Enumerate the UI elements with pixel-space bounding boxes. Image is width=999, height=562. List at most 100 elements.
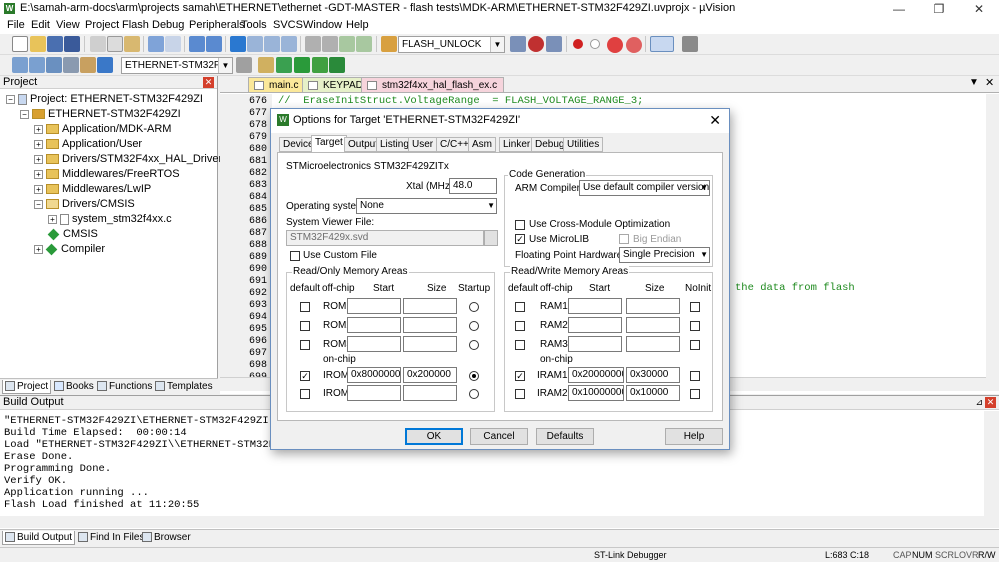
tree-item-component[interactable]: + Compiler	[34, 242, 105, 257]
ram2-size-input[interactable]	[626, 317, 680, 333]
ram3-size-input[interactable]	[626, 336, 680, 352]
chevron-down-icon[interactable]: ▼	[218, 58, 232, 73]
browse-svd-button[interactable]	[484, 230, 498, 246]
iram1-noinit-checkbox[interactable]	[690, 371, 700, 381]
rom2-default-checkbox[interactable]	[300, 321, 310, 331]
ram3-default-checkbox[interactable]	[515, 340, 525, 350]
close-window-button[interactable]: ✕	[959, 0, 999, 18]
expand-icon[interactable]: +	[34, 139, 43, 149]
tab-find-in-files[interactable]: Find In Files	[76, 531, 146, 545]
rom1-start-input[interactable]	[347, 298, 401, 314]
rebuild-icon[interactable]	[46, 57, 62, 73]
uncomment-icon[interactable]	[356, 36, 372, 52]
disable-breakpoint-icon[interactable]	[590, 39, 600, 49]
big-endian-checkbox[interactable]	[619, 234, 629, 244]
menu-project[interactable]: Project	[85, 19, 119, 31]
ram2-start-input[interactable]	[568, 317, 622, 333]
ram1-default-checkbox[interactable]	[515, 302, 525, 312]
rom3-default-checkbox[interactable]	[300, 340, 310, 350]
comment-icon[interactable]	[339, 36, 355, 52]
iram2-default-checkbox[interactable]	[515, 389, 525, 399]
download-icon[interactable]	[97, 57, 113, 73]
expand-icon[interactable]: +	[34, 154, 43, 164]
tree-item-target[interactable]: − ETHERNET-STM32F429ZI	[20, 107, 181, 122]
new-file-icon[interactable]	[12, 36, 28, 52]
configure-icon[interactable]	[682, 36, 698, 52]
rom1-default-checkbox[interactable]	[300, 302, 310, 312]
collapse-icon[interactable]: −	[6, 94, 15, 104]
tree-item-group[interactable]: + Application/User	[34, 137, 142, 152]
iram2-noinit-checkbox[interactable]	[690, 389, 700, 399]
debug-session-icon[interactable]	[528, 36, 544, 52]
menu-peripherals[interactable]: Peripherals	[189, 19, 245, 31]
tab-asm[interactable]: Asm	[468, 137, 496, 152]
fp-hardware-select[interactable]: Single Precision ▼	[619, 247, 710, 263]
redo-icon[interactable]	[165, 36, 181, 52]
horizontal-scrollbar[interactable]	[0, 516, 999, 528]
cancel-button[interactable]: Cancel	[470, 428, 528, 445]
breakpoint-icon[interactable]	[573, 39, 583, 49]
ram3-start-input[interactable]	[568, 336, 622, 352]
rom1-size-input[interactable]	[403, 298, 457, 314]
tab-main-c[interactable]: main.c	[248, 77, 306, 92]
stop-build-icon[interactable]	[80, 57, 96, 73]
expand-icon[interactable]: +	[34, 169, 43, 179]
close-icon[interactable]: ✕	[985, 397, 996, 408]
collapse-icon[interactable]: −	[34, 199, 43, 209]
pin-icon[interactable]: ⊿	[975, 396, 983, 409]
navigate-back-icon[interactable]	[189, 36, 205, 52]
tab-list-icon[interactable]: ▼	[969, 77, 979, 88]
tree-item-project[interactable]: − Project: ETHERNET-STM32F429ZI	[6, 92, 203, 107]
tab-target[interactable]: Target	[311, 135, 347, 153]
ram3-noinit-checkbox[interactable]	[690, 340, 700, 350]
menu-window[interactable]: Window	[303, 19, 342, 31]
tab-linker[interactable]: Linker	[499, 137, 535, 152]
close-icon[interactable]: ✕	[203, 77, 214, 88]
irom2-start-input[interactable]	[347, 385, 401, 401]
minimize-button[interactable]: —	[879, 0, 919, 18]
menu-debug[interactable]: Debug	[152, 19, 184, 31]
svd-file-input[interactable]: STM32F429x.svd	[286, 230, 484, 246]
indent-icon[interactable]	[305, 36, 321, 52]
find-icon[interactable]	[546, 36, 562, 52]
paste-icon[interactable]	[124, 36, 140, 52]
find-in-files-icon[interactable]	[381, 36, 397, 52]
compiler-select[interactable]: Use default compiler version ▼	[579, 180, 710, 196]
save-all-icon[interactable]	[64, 36, 80, 52]
run-time-environment-icon[interactable]	[329, 57, 345, 73]
defaults-button[interactable]: Defaults	[536, 428, 594, 445]
cross-module-checkbox[interactable]	[515, 220, 525, 230]
os-select[interactable]: None ▼	[356, 198, 497, 214]
batch-build-icon[interactable]	[63, 57, 79, 73]
ram2-noinit-checkbox[interactable]	[690, 321, 700, 331]
code-line[interactable]: // EraseInitStruct.VoltageRange = FLASH_…	[278, 95, 643, 107]
iram2-start-input[interactable]: 0x10000000	[568, 385, 624, 401]
tree-item-group[interactable]: + Middlewares/FreeRTOS	[34, 167, 180, 182]
menu-help[interactable]: Help	[346, 19, 369, 31]
rom3-size-input[interactable]	[403, 336, 457, 352]
vertical-scrollbar[interactable]	[984, 411, 999, 516]
save-icon[interactable]	[47, 36, 63, 52]
close-icon[interactable]: ✕	[985, 76, 994, 89]
rom2-size-input[interactable]	[403, 317, 457, 333]
irom1-size-input[interactable]: 0x200000	[403, 367, 457, 383]
iram1-default-checkbox[interactable]: ✓	[515, 371, 525, 381]
vertical-scrollbar[interactable]	[986, 94, 999, 391]
xtal-input[interactable]: 48.0	[449, 178, 497, 194]
pack-installer-icon[interactable]	[276, 57, 292, 73]
help-button[interactable]: Help	[665, 428, 723, 445]
translate-icon[interactable]	[12, 57, 28, 73]
tab-project[interactable]: Project	[2, 380, 52, 394]
bookmark-icon[interactable]	[230, 36, 246, 52]
iram1-start-input[interactable]: 0x20000000	[568, 367, 624, 383]
irom1-startup-radio[interactable]	[469, 371, 479, 381]
ram2-default-checkbox[interactable]	[515, 321, 525, 331]
expand-icon[interactable]: +	[34, 244, 43, 254]
tab-user[interactable]: User	[408, 137, 438, 152]
tab-functions[interactable]: Functions	[95, 380, 154, 394]
iram2-size-input[interactable]: 0x10000	[626, 385, 680, 401]
ram1-noinit-checkbox[interactable]	[690, 302, 700, 312]
target-combo[interactable]: ETHERNET-STM32F429ZI▼	[121, 57, 233, 74]
irom2-startup-radio[interactable]	[469, 389, 479, 399]
tree-item-group[interactable]: + Middlewares/LwIP	[34, 182, 151, 197]
